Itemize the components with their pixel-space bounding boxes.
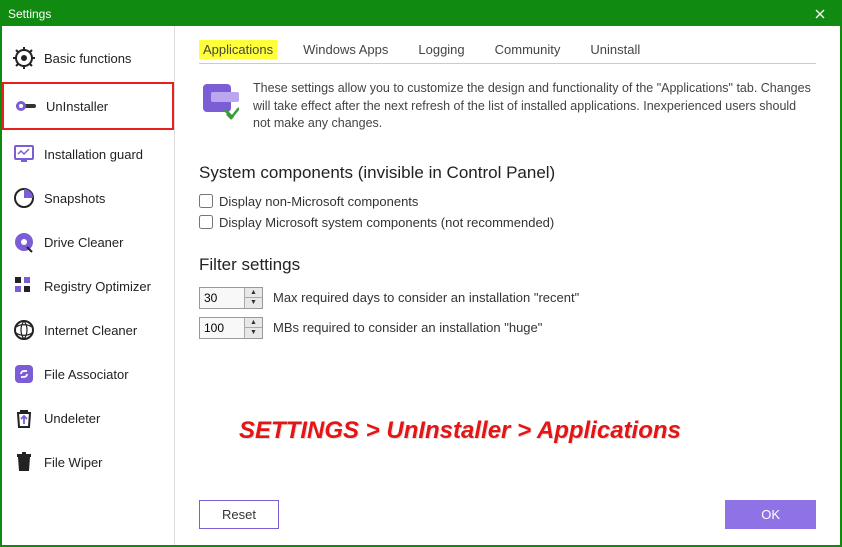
mbs-spinner[interactable]: ▲ ▼ bbox=[199, 317, 263, 339]
sidebar-item-basic-functions[interactable]: Basic functions bbox=[2, 36, 174, 80]
spinner-down-icon[interactable]: ▼ bbox=[245, 298, 262, 308]
button-label: OK bbox=[761, 507, 780, 522]
days-label: Max required days to consider an install… bbox=[273, 290, 579, 305]
reset-button[interactable]: Reset bbox=[199, 500, 279, 529]
sidebar-item-internet-cleaner[interactable]: Internet Cleaner bbox=[2, 308, 174, 352]
checkbox-microsoft-system[interactable] bbox=[199, 215, 213, 229]
tab-logging[interactable]: Logging bbox=[414, 40, 468, 59]
sidebar-item-undeleter[interactable]: Undeleter bbox=[2, 396, 174, 440]
sidebar-item-file-wiper[interactable]: File Wiper bbox=[2, 440, 174, 484]
mbs-label: MBs required to consider an installation… bbox=[273, 320, 542, 335]
check-label: Display non-Microsoft components bbox=[219, 194, 418, 209]
spinner-down-icon[interactable]: ▼ bbox=[245, 328, 262, 338]
sidebar-item-label: Internet Cleaner bbox=[44, 323, 137, 338]
globe-icon bbox=[12, 318, 36, 342]
tab-community[interactable]: Community bbox=[491, 40, 565, 59]
spinner-up-icon[interactable]: ▲ bbox=[245, 318, 262, 329]
tab-label: Applications bbox=[203, 42, 273, 57]
window-title: Settings bbox=[8, 7, 51, 21]
spinner-up-icon[interactable]: ▲ bbox=[245, 288, 262, 299]
system-components-heading: System components (invisible in Control … bbox=[199, 163, 816, 183]
ok-button[interactable]: OK bbox=[725, 500, 816, 529]
annotation-text: SETTINGS > UnInstaller > Applications bbox=[239, 417, 681, 445]
sidebar-item-installation-guard[interactable]: Installation guard bbox=[2, 132, 174, 176]
disk-icon bbox=[12, 230, 36, 254]
sidebar-item-label: Registry Optimizer bbox=[44, 279, 151, 294]
check-microsoft-system[interactable]: Display Microsoft system components (not… bbox=[199, 215, 816, 230]
link-icon bbox=[12, 362, 36, 386]
filter-heading: Filter settings bbox=[199, 255, 816, 275]
sidebar-item-snapshots[interactable]: Snapshots bbox=[2, 176, 174, 220]
close-icon bbox=[815, 9, 825, 19]
sidebar-item-label: Undeleter bbox=[44, 411, 100, 426]
uninstaller-icon bbox=[14, 94, 38, 118]
tab-label: Windows Apps bbox=[303, 42, 388, 57]
tab-uninstall[interactable]: Uninstall bbox=[586, 40, 644, 59]
sidebar-item-drive-cleaner[interactable]: Drive Cleaner bbox=[2, 220, 174, 264]
undelete-icon bbox=[12, 406, 36, 430]
tab-windows-apps[interactable]: Windows Apps bbox=[299, 40, 392, 59]
tab-label: Community bbox=[495, 42, 561, 57]
days-input[interactable] bbox=[200, 288, 244, 308]
days-spinner[interactable]: ▲ ▼ bbox=[199, 287, 263, 309]
sidebar: Basic functions UnInstaller Installation… bbox=[2, 26, 175, 545]
tabs: Applications Windows Apps Logging Commun… bbox=[199, 40, 816, 64]
monitor-icon bbox=[12, 142, 36, 166]
tab-applications[interactable]: Applications bbox=[199, 40, 277, 59]
sidebar-item-label: Installation guard bbox=[44, 147, 143, 162]
sidebar-item-label: UnInstaller bbox=[46, 99, 108, 114]
tab-label: Uninstall bbox=[590, 42, 640, 57]
sidebar-item-label: Basic functions bbox=[44, 51, 131, 66]
main-panel: Applications Windows Apps Logging Commun… bbox=[175, 26, 840, 545]
sidebar-item-registry-optimizer[interactable]: Registry Optimizer bbox=[2, 264, 174, 308]
button-label: Reset bbox=[222, 507, 256, 522]
sidebar-item-label: Snapshots bbox=[44, 191, 105, 206]
circle-icon bbox=[12, 186, 36, 210]
checkbox-non-microsoft[interactable] bbox=[199, 194, 213, 208]
sidebar-item-uninstaller[interactable]: UnInstaller bbox=[2, 82, 174, 130]
check-label: Display Microsoft system components (not… bbox=[219, 215, 554, 230]
tab-info-icon bbox=[199, 80, 239, 120]
tab-label: Logging bbox=[418, 42, 464, 57]
sidebar-item-label: File Associator bbox=[44, 367, 129, 382]
mbs-input[interactable] bbox=[200, 318, 244, 338]
info-text: These settings allow you to customize th… bbox=[253, 80, 816, 133]
trash-icon bbox=[12, 450, 36, 474]
sidebar-item-label: Drive Cleaner bbox=[44, 235, 123, 250]
blocks-icon bbox=[12, 274, 36, 298]
sidebar-item-label: File Wiper bbox=[44, 455, 103, 470]
check-non-microsoft[interactable]: Display non-Microsoft components bbox=[199, 194, 816, 209]
gear-icon bbox=[12, 46, 36, 70]
sidebar-item-file-associator[interactable]: File Associator bbox=[2, 352, 174, 396]
close-button[interactable] bbox=[806, 2, 834, 26]
